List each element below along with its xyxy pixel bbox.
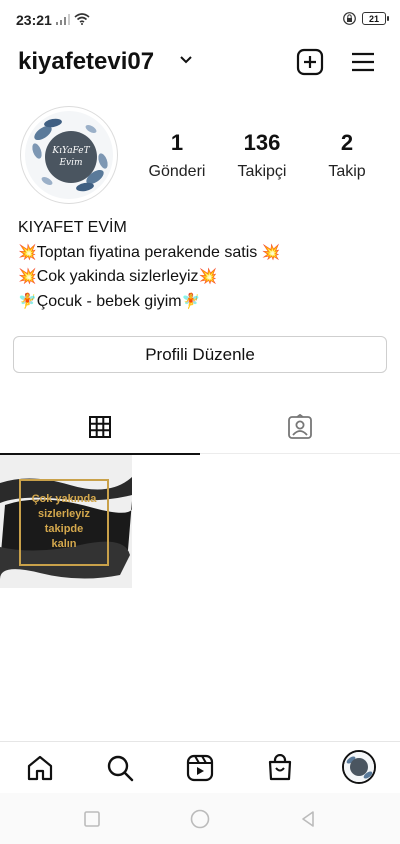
bio-line-3: 🧚Çocuk - bebek giyim🧚 <box>18 290 388 315</box>
bio-line-1: 💥Toptan fiyatina perakende satis 💥 <box>18 241 388 266</box>
avatar-text-1: KıYaFeT <box>51 146 90 156</box>
bio-line-1-text: Toptan fiyatina perakende satis <box>36 243 258 261</box>
signal-icon <box>56 13 70 25</box>
stat-posts-value: 1 <box>170 130 184 155</box>
stat-followers-value: 136 <box>243 130 281 155</box>
username-title[interactable]: kiyafetevi07 <box>18 48 154 76</box>
stat-following-label: Takip <box>328 163 366 180</box>
status-bar: 23:21 21 <box>0 0 400 40</box>
profile-avatar[interactable]: KıYaFeT Evim <box>20 106 118 204</box>
collision-emoji-icon: 💥 <box>18 268 37 285</box>
stat-followers[interactable]: 136 Takipçi <box>227 130 297 181</box>
fairy-emoji-icon: 🧚 <box>181 292 201 310</box>
battery-level: 21 <box>368 13 379 24</box>
nav-home[interactable] <box>26 754 54 782</box>
bio-line-2: 💥Cok yakinda sizlerleyiz💥 <box>18 265 388 290</box>
status-time: 23:21 <box>16 12 52 28</box>
avatar-text-2: Evim <box>58 158 82 168</box>
stat-posts-label: Gönderi <box>148 163 206 180</box>
post-text-4: kalın <box>51 538 76 550</box>
profile-bio: KIYAFET EVİM 💥Toptan fiyatina perakende … <box>18 216 388 314</box>
bottom-navigation <box>0 741 400 793</box>
stat-following-value: 2 <box>340 130 354 155</box>
nav-profile-avatar-image <box>344 752 374 782</box>
nav-profile[interactable] <box>342 750 376 784</box>
tagged-person-icon <box>288 414 312 439</box>
tab-posts-grid[interactable] <box>0 400 200 455</box>
battery-indicator: 21 <box>362 12 389 25</box>
nav-reels[interactable] <box>186 754 214 782</box>
edit-profile-button[interactable]: Profili Düzenle <box>13 336 387 373</box>
grid-icon <box>89 415 111 438</box>
recents-square-icon[interactable] <box>82 809 102 829</box>
stat-posts[interactable]: 1 Gönderi <box>142 130 212 181</box>
profile-header: kiyafetevi07 <box>0 40 400 84</box>
stat-followers-label: Takipçi <box>237 163 287 180</box>
bio-name: KIYAFET EVİM <box>18 219 127 236</box>
post-text-1: Çok yakında <box>32 493 98 505</box>
profile-tabs <box>0 400 400 455</box>
reels-icon <box>186 754 214 782</box>
search-icon <box>107 755 134 782</box>
post-image: Çok yakında sizlerleyiz takipde kalın <box>0 455 132 588</box>
chevron-down-icon[interactable] <box>178 54 194 66</box>
avatar-image: KıYaFeT Evim <box>25 111 113 199</box>
home-icon <box>27 755 53 781</box>
status-left-icons <box>56 13 90 25</box>
collision-emoji-icon: 💥 <box>198 268 218 285</box>
nav-search[interactable] <box>106 754 134 782</box>
collision-emoji-icon: 💥 <box>261 243 281 261</box>
system-navigation <box>0 793 400 844</box>
back-triangle-icon[interactable] <box>298 809 318 829</box>
profile-stats: 1 Gönderi 136 Takipçi 2 Takip <box>142 130 382 181</box>
nav-shop[interactable] <box>266 754 294 782</box>
home-circle-icon[interactable] <box>190 809 210 829</box>
bio-line-2-text: Cok yakinda sizlerleyiz <box>36 268 199 285</box>
menu-icon[interactable] <box>350 50 376 74</box>
post-text-3: takipde <box>45 523 84 535</box>
fairy-emoji-icon: 🧚 <box>18 292 37 310</box>
collision-emoji-icon: 💥 <box>18 243 37 261</box>
post-thumbnail[interactable]: Çok yakında sizlerleyiz takipde kalın <box>0 455 132 588</box>
lock-icon <box>343 12 356 25</box>
add-post-icon[interactable] <box>296 48 324 76</box>
post-text-2: sizlerleyiz <box>38 508 90 520</box>
status-right: 21 <box>343 12 389 25</box>
bio-line-3-text: Çocuk - bebek giyim <box>36 292 182 310</box>
stat-following[interactable]: 2 Takip <box>312 130 382 181</box>
shop-bag-icon <box>268 754 292 781</box>
tab-tagged[interactable] <box>200 400 400 454</box>
wifi-icon <box>74 13 90 25</box>
